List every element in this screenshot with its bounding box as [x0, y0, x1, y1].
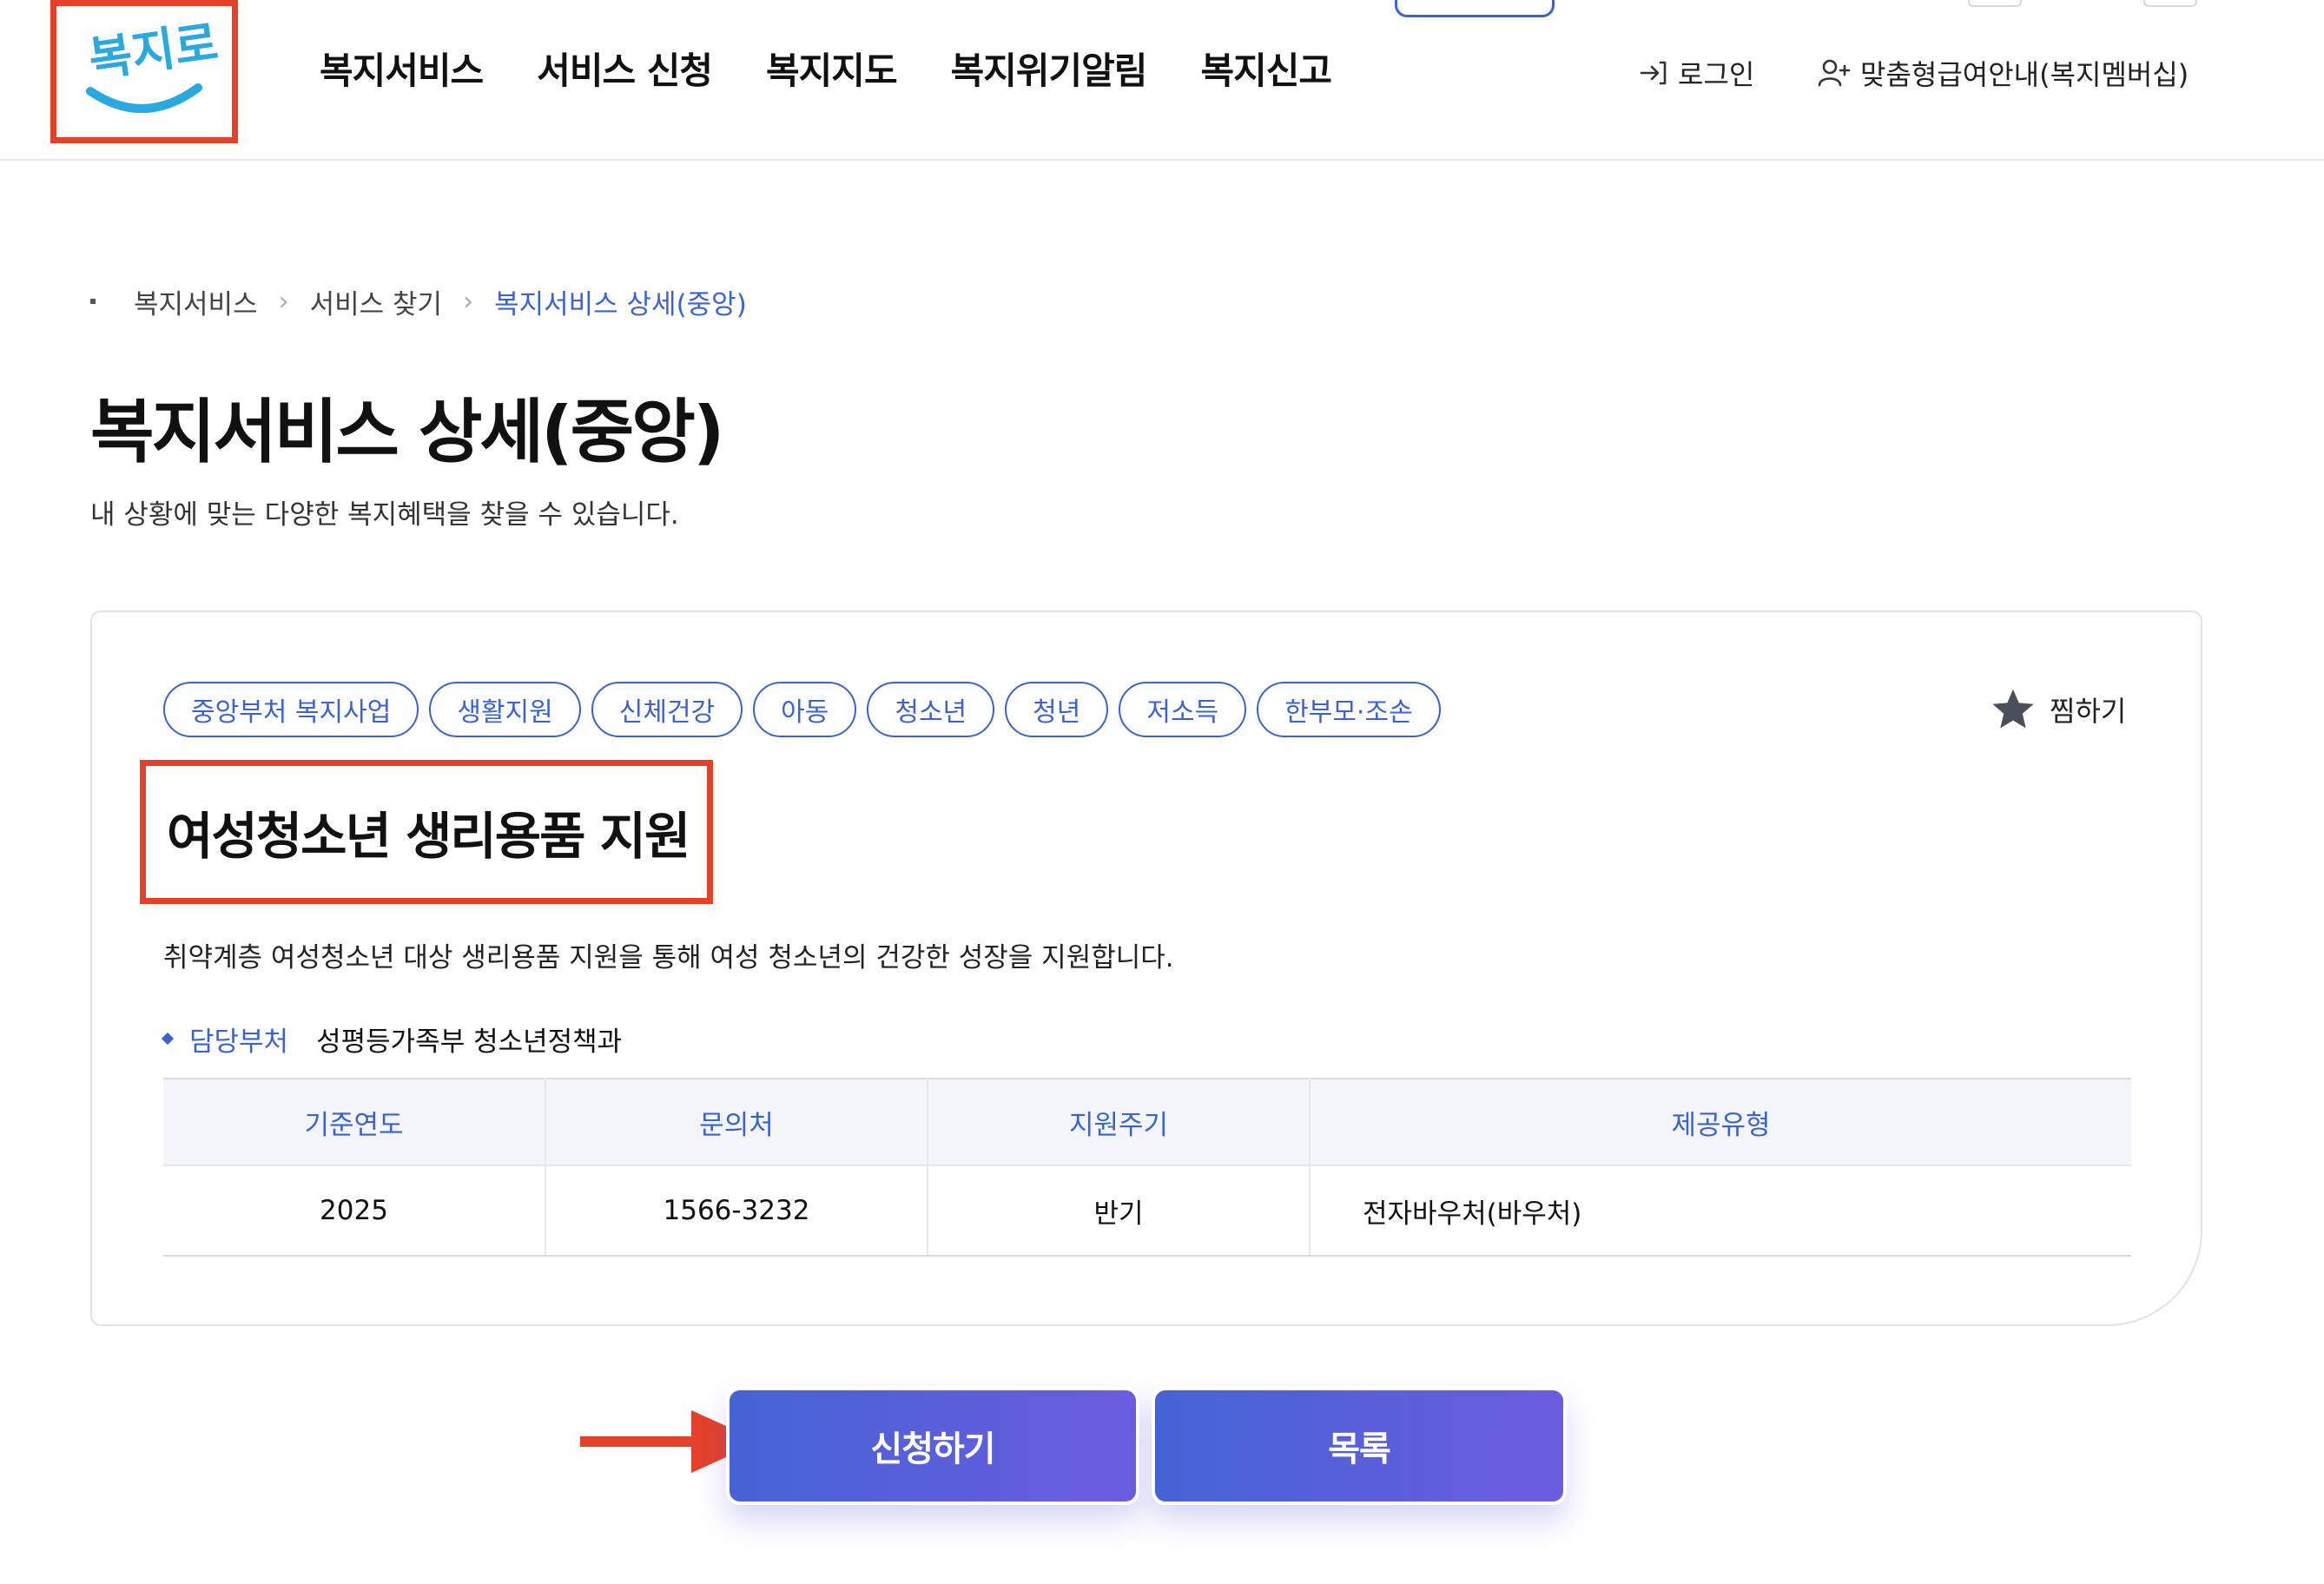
service-title: 여성청소년 생리용품 지원: [167, 807, 690, 866]
favorite-button[interactable]: 찜하기: [1991, 683, 2126, 736]
nav-item-welfare-map[interactable]: 복지지도: [766, 45, 898, 97]
login-link[interactable]: 로그인: [1638, 54, 1754, 92]
nav-item-service-apply[interactable]: 서비스 신청: [537, 45, 713, 97]
main-nav: 복지서비스 서비스 신청 복지지도 복지위기알림 복지신고: [320, 45, 1332, 97]
table-row: 2025 1566-3232 반기 전자바우처(바우처): [163, 1165, 2131, 1257]
membership-label: 맞춤형급여안내(복지멤버십): [1860, 58, 2189, 91]
nav-item-welfare-service[interactable]: 복지서비스: [320, 45, 484, 97]
site-header: 복지로 복지서비스 서비스 신청 복지지도 복지위기알림 복지신고 로그인 맞춤…: [0, 0, 2324, 161]
page-title: 복지서비스 상세(중앙): [90, 392, 724, 472]
table-header-row: 기준연도 문의처 지원주기 제공유형: [163, 1078, 2131, 1166]
service-detail-card: 중앙부처 복지사업 생활지원 신체건강 아동 청소년 청년 저소득 한부모·조손…: [90, 610, 2202, 1326]
department-info: 담당부처 성평등가족부 청소년정책과: [161, 1017, 623, 1060]
tag-list: 중앙부처 복지사업 생활지원 신체건강 아동 청소년 청년 저소득 한부모·조손: [163, 682, 1441, 737]
table-cell: 2025: [163, 1165, 546, 1257]
diamond-bullet-icon: [161, 1032, 175, 1046]
site-logo[interactable]: 복지로: [50, 0, 238, 143]
breadcrumb: 복지서비스 › 서비스 찾기 › 복지서비스 상세(중앙): [90, 280, 747, 323]
star-icon: [1992, 689, 2034, 729]
login-label: 로그인: [1678, 58, 1755, 91]
top-tab-outline[interactable]: [1395, 0, 1555, 17]
table-cell: 반기: [928, 1165, 1311, 1257]
tag-chip[interactable]: 한부모·조손: [1257, 682, 1441, 737]
table-header-cell: 제공유형: [1310, 1078, 2131, 1166]
chevron-right-icon: ›: [463, 286, 474, 317]
tag-chip[interactable]: 중앙부처 복지사업: [163, 682, 419, 737]
top-util-button[interactable]: [1968, 0, 2022, 7]
tag-chip[interactable]: 신체건강: [591, 682, 743, 737]
nav-item-welfare-report[interactable]: 복지신고: [1200, 45, 1332, 97]
service-description: 취약계층 여성청소년 대상 생리용품 지원을 통해 여성 청소년의 건강한 성장…: [163, 942, 1174, 974]
apply-button[interactable]: 신청하기: [726, 1387, 1139, 1505]
table-cell: 1566-3232: [545, 1165, 928, 1257]
membership-link[interactable]: 맞춤형급여안내(복지멤버십): [1817, 54, 2189, 92]
tag-chip[interactable]: 청년: [1005, 682, 1109, 737]
department-value: 성평등가족부 청소년정책과: [316, 1026, 623, 1058]
top-util-button[interactable]: [2143, 0, 2197, 7]
department-label: 담당부처: [189, 1026, 289, 1058]
tag-chip[interactable]: 저소득: [1119, 682, 1247, 737]
table-cell: 전자바우처(바우처): [1310, 1165, 2131, 1257]
nav-item-crisis-alert[interactable]: 복지위기알림: [951, 45, 1148, 97]
page-description: 내 상황에 맞는 다양한 복지혜택을 찾을 수 있습니다.: [90, 499, 679, 531]
service-info-table: 기준연도 문의처 지원주기 제공유형 2025 1566-3232 반기 전자바…: [163, 1078, 2131, 1257]
table-header-cell: 지원주기: [928, 1078, 1311, 1166]
user-add-icon: [1818, 59, 1851, 87]
favorite-label: 찜하기: [2050, 695, 2127, 728]
logo-smile-icon: 복지로: [85, 15, 221, 113]
table-header-cell: 기준연도: [163, 1078, 546, 1166]
home-dot-icon: [90, 299, 96, 304]
table-header-cell: 문의처: [545, 1078, 928, 1166]
chevron-right-icon: ›: [278, 286, 289, 317]
breadcrumb-current: 복지서비스 상세(중앙): [494, 288, 747, 320]
tag-chip[interactable]: 생활지원: [429, 682, 581, 737]
logo-wordmark: 복지로: [85, 15, 221, 87]
login-icon: [1640, 61, 1667, 85]
breadcrumb-item[interactable]: 복지서비스: [134, 282, 258, 321]
breadcrumb-item[interactable]: 서비스 찾기: [310, 282, 442, 321]
tag-chip[interactable]: 청소년: [867, 682, 995, 737]
list-button[interactable]: 목록: [1152, 1387, 1567, 1505]
tag-chip[interactable]: 아동: [753, 682, 857, 737]
service-title-highlight: 여성청소년 생리용품 지원: [140, 760, 713, 904]
